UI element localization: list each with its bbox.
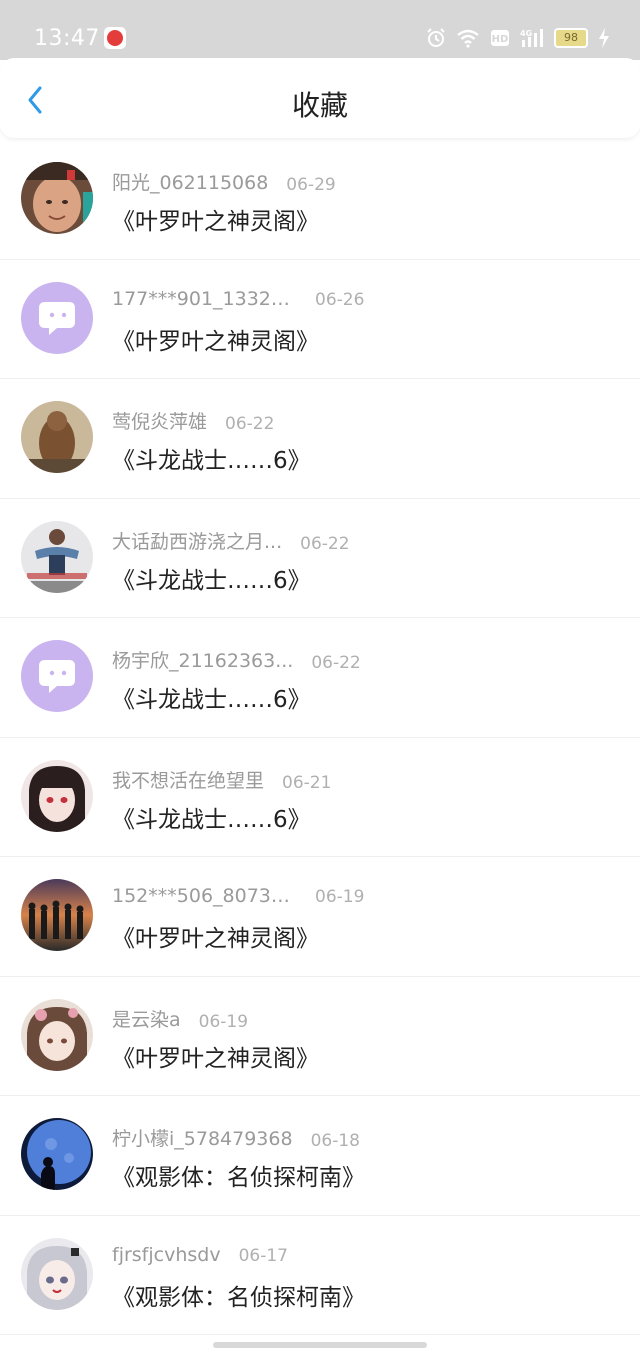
- avatar[interactable]: [21, 520, 93, 593]
- list-item[interactable]: 阳光_062115068 06-29 《叶罗叶之神灵阁》: [0, 140, 640, 260]
- item-meta: 阳光_062115068 06-29: [112, 168, 336, 195]
- signal-4g-icon: 4G: [520, 29, 543, 47]
- default-chat-avatar-icon: [21, 281, 93, 354]
- user-name[interactable]: 柠小檬i_578479368: [112, 1124, 293, 1151]
- avatar[interactable]: [21, 162, 93, 234]
- avatar[interactable]: [21, 281, 93, 354]
- avatar[interactable]: [21, 759, 93, 832]
- book-title[interactable]: 《斗龙战士……6》: [112, 441, 311, 475]
- avatar[interactable]: [21, 879, 93, 951]
- user-name[interactable]: 177***901_13323...: [112, 288, 297, 310]
- user-name[interactable]: 阳光_062115068: [112, 168, 268, 195]
- battery-level: 98: [564, 31, 578, 44]
- user-name[interactable]: 莺倪炎萍雄: [112, 407, 207, 434]
- anime-avatar-icon: [21, 998, 93, 1071]
- list-item[interactable]: fjrsfjcvhsdv 06-17 《观影体：名侦探柯南》: [0, 1216, 640, 1335]
- date: 06-18: [310, 1131, 360, 1151]
- anime-avatar-icon: [21, 1237, 93, 1310]
- user-name[interactable]: 杨宇欣_21162363...: [112, 646, 293, 673]
- date: 06-17: [238, 1245, 288, 1266]
- anime-avatar-icon: [21, 759, 93, 832]
- item-meta: 柠小檬i_578479368 06-18: [112, 1124, 360, 1151]
- hd-icon: HD: [491, 30, 509, 46]
- item-meta: 是云染a 06-19: [112, 1005, 248, 1032]
- charging-icon: [599, 28, 609, 48]
- item-meta: 我不想活在绝望里 06-21: [112, 766, 331, 793]
- book-title[interactable]: 《叶罗叶之神灵阁》: [112, 202, 319, 236]
- date: 06-21: [282, 772, 332, 793]
- alarm-icon: [427, 28, 445, 47]
- list-item[interactable]: 杨宇欣_21162363... 06-22 《斗龙战士……6》: [0, 618, 640, 738]
- moon-avatar-icon: [21, 1118, 93, 1190]
- photo-avatar-icon: [21, 401, 93, 473]
- item-meta: 杨宇欣_21162363... 06-22: [112, 646, 361, 673]
- default-chat-avatar-icon: [21, 640, 93, 712]
- user-name[interactable]: 我不想活在绝望里: [112, 766, 264, 793]
- photo-avatar-icon: [21, 162, 93, 234]
- book-title[interactable]: 《斗龙战士……6》: [112, 561, 311, 595]
- app-header: 收藏: [0, 58, 640, 138]
- item-meta: 大话勐西游浇之月... 06-22: [112, 527, 350, 554]
- user-name[interactable]: fjrsfjcvhsdv: [112, 1244, 221, 1266]
- avatar[interactable]: [21, 998, 93, 1071]
- favorites-screen: 13:47 HD 4G 98 收藏 阳光_062115068 06-29 《叶罗…: [0, 0, 640, 1351]
- list-item[interactable]: 我不想活在绝望里 06-21 《斗龙战士……6》: [0, 738, 640, 857]
- date: 06-26: [315, 289, 365, 310]
- book-title[interactable]: 《斗龙战士……6》: [112, 680, 311, 714]
- list-item[interactable]: 177***901_13323... 06-26 《叶罗叶之神灵阁》: [0, 260, 640, 379]
- status-icons: HD 4G 98: [426, 26, 610, 50]
- svg-text:4G: 4G: [520, 29, 532, 38]
- avatar[interactable]: [21, 640, 93, 712]
- list-item[interactable]: 莺倪炎萍雄 06-22 《斗龙战士……6》: [0, 379, 640, 499]
- date: 06-22: [311, 653, 361, 673]
- date: 06-22: [225, 414, 275, 434]
- photo-avatar-icon: [21, 879, 93, 951]
- wifi-icon: [457, 29, 479, 48]
- date: 06-22: [300, 533, 350, 554]
- user-name[interactable]: 152***506_80735...: [112, 885, 297, 907]
- item-meta: 莺倪炎萍雄 06-22: [112, 407, 274, 434]
- avatar[interactable]: [21, 1237, 93, 1310]
- book-title[interactable]: 《斗龙战士……6》: [112, 800, 311, 834]
- list-item[interactable]: 大话勐西游浇之月... 06-22 《斗龙战士……6》: [0, 499, 640, 618]
- user-name[interactable]: 大话勐西游浇之月...: [112, 527, 282, 554]
- avatar[interactable]: [21, 1118, 93, 1190]
- book-title[interactable]: 《叶罗叶之神灵阁》: [112, 322, 319, 356]
- item-meta: 177***901_13323... 06-26: [112, 288, 364, 310]
- avatar[interactable]: [21, 401, 93, 473]
- book-title[interactable]: 《观影体：名侦探柯南》: [112, 1158, 365, 1192]
- battery-icon: 98: [554, 28, 588, 48]
- book-title[interactable]: 《叶罗叶之神灵阁》: [112, 1039, 319, 1073]
- list-item[interactable]: 是云染a 06-19 《叶罗叶之神灵阁》: [0, 977, 640, 1096]
- photo-avatar-icon: [21, 520, 93, 593]
- date: 06-29: [286, 175, 336, 195]
- list-item[interactable]: 柠小檬i_578479368 06-18 《观影体：名侦探柯南》: [0, 1096, 640, 1216]
- list-item[interactable]: 152***506_80735... 06-19 《叶罗叶之神灵阁》: [0, 857, 640, 977]
- status-time: 13:47: [34, 26, 100, 51]
- page-title: 收藏: [291, 89, 348, 122]
- favorites-list: 阳光_062115068 06-29 《叶罗叶之神灵阁》 177***901_13…: [0, 140, 640, 1335]
- item-meta: fjrsfjcvhsdv 06-17: [112, 1244, 288, 1266]
- user-name[interactable]: 是云染a: [112, 1005, 181, 1032]
- item-meta: 152***506_80735... 06-19: [112, 885, 364, 907]
- home-indicator[interactable]: [213, 1342, 427, 1348]
- book-title[interactable]: 《观影体：名侦探柯南》: [112, 1278, 365, 1312]
- date: 06-19: [315, 887, 365, 907]
- date: 06-19: [198, 1011, 249, 1032]
- svg-text:HD: HD: [492, 34, 509, 45]
- notification-app-icon: [104, 27, 126, 49]
- book-title[interactable]: 《叶罗叶之神灵阁》: [112, 919, 319, 953]
- status-bar: 13:47 HD 4G 98: [0, 0, 640, 60]
